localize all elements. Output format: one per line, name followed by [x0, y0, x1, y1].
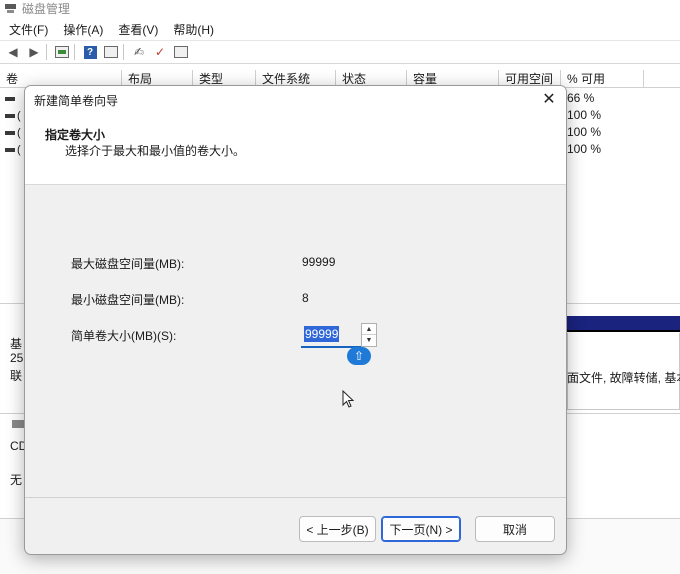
column-percent-free[interactable]: % 可用	[561, 70, 644, 88]
disk-label: 基	[10, 337, 23, 351]
volume-row[interactable]: (	[0, 108, 22, 123]
connect-icon[interactable]: ✍	[130, 43, 148, 61]
menu-action[interactable]: 操作(A)	[63, 21, 103, 38]
dialog-divider	[25, 497, 566, 498]
toolbar-separator	[46, 44, 50, 60]
cdrom-status: 无	[10, 473, 23, 487]
volume-size-label: 简单卷大小(MB)(S):	[71, 329, 177, 343]
percent-free-cell: 66 %	[567, 91, 595, 105]
dialog-title: 新建简单卷向导	[34, 94, 119, 108]
forward-arrow-icon[interactable]: ▶	[25, 43, 43, 61]
wizard-step-title: 指定卷大小	[45, 128, 106, 142]
volume-row[interactable]	[0, 91, 22, 106]
partition-bar	[567, 316, 680, 332]
drive-icon	[5, 147, 15, 152]
partition-status-text: 面文件, 故障转储, 基本	[567, 371, 680, 385]
new-simple-volume-wizard: 新建简单卷向导 ✕ 指定卷大小 选择介于最大和最小值的卷大小。 最大磁盘空间量(…	[24, 85, 567, 555]
toolbar-separator	[123, 44, 127, 60]
mouse-cursor-icon	[342, 390, 354, 408]
disk-management-icon	[4, 3, 17, 14]
toolbar: ◀ ▶ ? ✍ ✓	[0, 40, 680, 64]
console-tree-icon[interactable]	[53, 43, 71, 61]
menu-view[interactable]: 查看(V)	[118, 21, 158, 38]
volume-size-selected-text: 99999	[304, 326, 340, 342]
min-size-value: 8	[302, 291, 309, 305]
ime-shift-icon: ⇧	[347, 347, 371, 365]
check-icon[interactable]: ✓	[151, 43, 169, 61]
menu-bar: 文件(F) 操作(A) 查看(V) 帮助(H)	[0, 19, 680, 39]
toolbar-separator	[74, 44, 78, 60]
dialog-titlebar: 新建简单卷向导	[25, 86, 566, 115]
properties-icon[interactable]	[102, 43, 120, 61]
max-size-value: 99999	[302, 255, 336, 269]
back-arrow-icon[interactable]: ◀	[4, 43, 22, 61]
cdrom-icon	[12, 420, 24, 428]
volume-row[interactable]: (	[0, 142, 22, 157]
window-title: 磁盘管理	[22, 2, 71, 16]
drive-icon	[5, 113, 15, 118]
spin-down-icon[interactable]: ▼	[362, 335, 376, 346]
percent-free-cell: 100 %	[567, 125, 602, 139]
volume-size-input[interactable]: 99999	[301, 322, 363, 348]
disk-size: 25	[10, 351, 24, 365]
volume-row[interactable]: (	[0, 125, 22, 140]
volume-size-spinner[interactable]: ▲ ▼	[361, 323, 377, 347]
percent-free-cell: 100 %	[567, 142, 602, 156]
wizard-header: 指定卷大小 选择介于最大和最小值的卷大小。	[25, 115, 566, 185]
percent-free-cell: 100 %	[567, 108, 602, 122]
drive-icon	[5, 96, 15, 101]
export-icon[interactable]	[172, 43, 190, 61]
back-button[interactable]: < 上一步(B)	[299, 516, 376, 542]
min-size-label: 最小磁盘空间量(MB):	[71, 293, 185, 307]
next-button[interactable]: 下一页(N) >	[381, 516, 461, 542]
help-icon[interactable]: ?	[81, 43, 99, 61]
spin-up-icon[interactable]: ▲	[362, 324, 376, 335]
menu-help[interactable]: 帮助(H)	[173, 21, 214, 38]
cancel-button[interactable]: 取消	[475, 516, 555, 542]
disk-status: 联	[10, 369, 23, 383]
menu-file[interactable]: 文件(F)	[9, 21, 48, 38]
wizard-step-subtitle: 选择介于最大和最小值的卷大小。	[65, 144, 246, 158]
window-titlebar: 磁盘管理	[0, 0, 680, 17]
max-size-label: 最大磁盘空间量(MB):	[71, 257, 185, 271]
drive-icon	[5, 130, 15, 135]
close-icon[interactable]: ✕	[540, 91, 558, 109]
